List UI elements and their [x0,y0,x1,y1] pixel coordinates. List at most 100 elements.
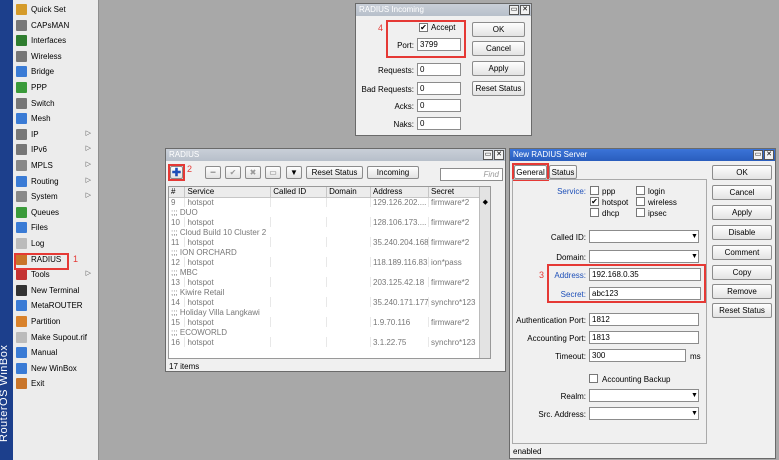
comment-row[interactable]: ;;; DUO [169,207,489,217]
incoming-cancel-button[interactable]: Cancel [472,41,525,56]
sidebar-item-metarouter[interactable]: MetaROUTER [13,298,99,313]
cancel-button[interactable]: Cancel [712,185,772,200]
table-row[interactable]: 14 hotspot 35.240.171.177 synchro*123 [169,297,489,307]
sidebar-item-mpls[interactable]: MPLS ▷ [13,158,99,173]
table-row[interactable]: 11 hotspot 35.240.204.168 firmware*2 [169,237,489,247]
called-id-field[interactable] [589,230,699,243]
restore-icon[interactable]: ▭ [753,150,763,160]
comment-row[interactable]: ;;; Holiday Villa Langkawi [169,307,489,317]
sidebar-item-new-winbox[interactable]: New WinBox [13,361,99,376]
disable-button[interactable]: ✖ [245,166,261,179]
sidebar-item-interfaces[interactable]: Interfaces [13,33,99,48]
comment-button[interactable]: Comment [712,245,772,260]
realm-dropdown-icon[interactable]: ▼ [691,392,698,399]
table-cell: 14 [169,297,186,307]
comment-row[interactable]: ;;; ECOWORLD [169,327,489,337]
sidebar-item-exit[interactable]: Exit [13,376,99,391]
sidebar-item-switch[interactable]: Switch [13,96,99,111]
service-dhcp-checkbox[interactable] [590,208,599,217]
column-header[interactable]: Called ID [270,187,328,198]
src-address-dropdown-icon[interactable]: ▼ [691,410,698,417]
incoming-apply-button[interactable]: Apply [472,61,525,76]
domain-dropdown-icon[interactable]: ▼ [691,253,698,260]
table-row[interactable]: 13 hotspot 203.125.42.18 firmware*2 [169,277,489,287]
sidebar-item-files[interactable]: Files [13,220,99,235]
domain-field[interactable] [589,250,699,263]
table-row[interactable]: 12 hotspot 118.189.116.83 ion*pass [169,257,489,267]
restore-icon[interactable]: ▭ [483,150,493,160]
close-icon[interactable]: ✕ [520,5,530,15]
table-row[interactable]: 9 hotspot 129.126.202.... firmware*2 [169,197,489,207]
disable-button[interactable]: Disable [712,225,772,240]
remove-button[interactable]: ━ [205,166,221,179]
timeout-field[interactable]: 300 [589,349,686,362]
sidebar-item-bridge[interactable]: Bridge [13,64,99,79]
called-id-dropdown-icon[interactable]: ▼ [691,233,698,240]
service-wireless-checkbox[interactable] [636,197,645,206]
sidebar-item-new-terminal[interactable]: New Terminal [13,283,99,298]
incoming-reset-status-button[interactable]: Reset Status [472,81,525,96]
service-login-checkbox[interactable] [636,186,645,195]
sidebar-item-system[interactable]: System ▷ [13,189,99,204]
sidebar-item-make-supout-rif[interactable]: Make Supout.rif [13,330,99,345]
incoming-button[interactable]: Incoming [367,166,419,179]
secret-field[interactable]: abc123 [589,287,701,300]
close-icon[interactable]: ✕ [764,150,774,160]
comment-row[interactable]: ;;; Cloud Build 10 Cluster 2 [169,227,489,237]
sidebar-item-wireless[interactable]: Wireless [13,49,99,64]
acct-backup-checkbox[interactable] [589,374,598,383]
sidebar-item-capsman[interactable]: CAPsMAN [13,18,99,33]
column-header[interactable]: Service [184,187,272,198]
tab-status[interactable]: Status [549,165,577,179]
enable-button[interactable]: ✔ [225,166,241,179]
comment-button[interactable]: ▭ [265,166,281,179]
close-icon[interactable]: ✕ [494,150,504,160]
sidebar-item-label: MPLS [31,161,53,170]
restore-icon[interactable]: ▭ [509,5,519,15]
ok-button[interactable]: OK [712,165,772,180]
copy-button[interactable]: Copy [712,265,772,280]
comment-row[interactable]: ;;; ION ORCHARD [169,247,489,257]
sidebar-item-quick-set[interactable]: Quick Set [13,2,99,17]
table-row[interactable]: 15 hotspot 1.9.70.116 firmware*2 [169,317,489,327]
reset-status-button[interactable]: Reset Status [712,303,772,318]
src-address-field[interactable] [589,407,699,420]
service-ipsec-checkbox[interactable] [636,208,645,217]
column-header[interactable]: Domain [326,187,372,198]
sidebar-item-ip[interactable]: IP ▷ [13,127,99,142]
add-button[interactable]: ✚ [170,166,183,179]
scrollbar[interactable] [479,187,490,358]
quick-set-icon [16,4,27,15]
table-row[interactable]: 16 hotspot 3.1.22.75 synchro*123 [169,337,489,347]
sidebar-item-routing[interactable]: Routing ▷ [13,174,99,189]
sidebar-item-label: Wireless [31,51,62,61]
port-field[interactable]: 3799 [417,38,461,51]
reset-status-button[interactable]: Reset Status [306,166,363,179]
column-header[interactable]: Address [370,187,430,198]
scroll-down-icon[interactable]: ◆ [483,198,488,206]
table-row[interactable]: 10 hotspot 128.106.173.... firmware*2 [169,217,489,227]
service-hotspot-checkbox[interactable]: ✔ [590,197,599,206]
acct-port-field[interactable]: 1813 [589,331,699,344]
service-ppp-checkbox[interactable] [590,186,599,195]
sidebar-item-ipv6[interactable]: IPv6 ▷ [13,142,99,157]
comment-row[interactable]: ;;; MBC [169,267,489,277]
address-field[interactable]: 192.168.0.35 [589,268,701,281]
apply-button[interactable]: Apply [712,205,772,220]
remove-button[interactable]: Remove [712,284,772,299]
filter-button[interactable]: ▼ [286,166,302,179]
accept-checkbox[interactable]: ✔ [419,23,428,32]
sidebar-item-log[interactable]: Log [13,236,99,251]
files-icon [16,222,27,234]
sidebar-item-manual[interactable]: Manual [13,345,99,360]
realm-field[interactable] [589,389,699,402]
sidebar-item-ppp[interactable]: PPP [13,80,99,95]
incoming-ok-button[interactable]: OK [472,22,525,37]
column-header[interactable]: # [169,187,186,198]
comment-row[interactable]: ;;; Kiwire Retail [169,287,489,297]
auth-port-field[interactable]: 1812 [589,313,699,326]
sidebar-item-partition[interactable]: Partition [13,314,99,329]
sidebar-item-queues[interactable]: Queues [13,205,99,220]
find-input[interactable]: Find [440,168,503,181]
sidebar-item-mesh[interactable]: Mesh [13,111,99,126]
